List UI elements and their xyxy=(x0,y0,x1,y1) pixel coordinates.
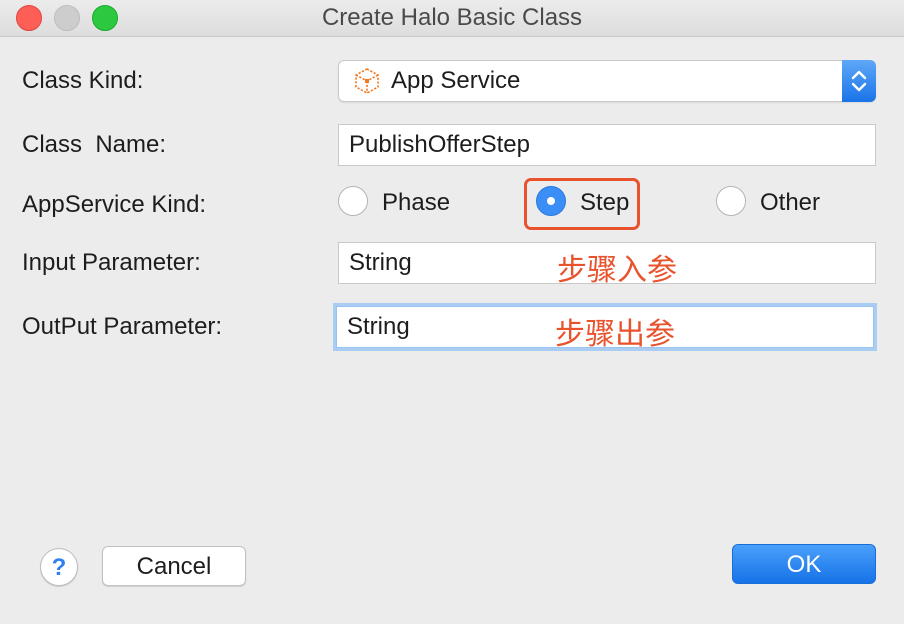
class-name-field[interactable] xyxy=(338,124,876,166)
output-parameter-field[interactable]: 步骤出参 xyxy=(336,306,874,352)
chevron-up-down-icon[interactable] xyxy=(842,60,876,102)
input-parameter-label: Input Parameter: xyxy=(22,249,201,276)
input-parameter-field[interactable]: 步骤入参 xyxy=(338,242,876,288)
appservice-kind-label: AppService Kind: xyxy=(22,191,207,218)
ok-button[interactable]: OK xyxy=(732,544,876,584)
app-service-icon xyxy=(353,67,381,95)
output-parameter-label: OutPut Parameter: xyxy=(22,313,223,340)
radio-other-label[interactable]: Other xyxy=(760,189,820,217)
output-parameter-input[interactable] xyxy=(347,313,547,341)
radio-phase[interactable] xyxy=(338,186,368,216)
class-name-label: Class Name: xyxy=(22,131,167,158)
title-bar: Create Halo Basic Class xyxy=(0,0,904,37)
input-parameter-annotation: 步骤入参 xyxy=(557,253,677,288)
step-highlight-box xyxy=(524,178,640,230)
cancel-button[interactable]: Cancel xyxy=(102,546,246,586)
window-title: Create Halo Basic Class xyxy=(321,4,583,31)
input-parameter-input[interactable] xyxy=(349,249,549,277)
class-kind-select[interactable]: App Service xyxy=(338,60,876,102)
help-button[interactable]: ? xyxy=(40,548,78,586)
class-kind-label: Class Kind: xyxy=(22,67,144,94)
output-parameter-annotation: 步骤出参 xyxy=(555,317,675,352)
radio-other[interactable] xyxy=(716,186,746,216)
class-name-input[interactable] xyxy=(349,131,549,159)
radio-phase-label[interactable]: Phase xyxy=(382,189,450,217)
class-kind-value: App Service xyxy=(391,67,521,94)
